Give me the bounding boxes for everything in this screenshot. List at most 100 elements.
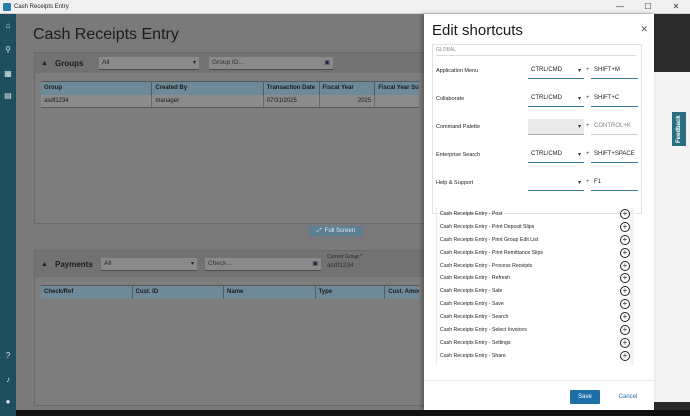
document-icon[interactable]: ▣ xyxy=(312,260,318,267)
maximize-button[interactable]: ☐ xyxy=(634,0,662,14)
add-circle-icon[interactable]: + xyxy=(620,221,630,232)
groups-filter-select[interactable]: All ▾ xyxy=(99,56,199,70)
search-icon[interactable]: ⚲ xyxy=(3,44,13,54)
shortcut-name: Collaborate xyxy=(436,96,465,102)
check-input[interactable]: Check... ▣ xyxy=(205,257,321,271)
key-value: SHIFT+C xyxy=(594,95,620,101)
add-circle-icon[interactable]: + xyxy=(620,350,630,361)
minimize-button[interactable]: — xyxy=(606,0,634,14)
plus-sign: + xyxy=(586,95,590,101)
title-bar: Cash Receipts Entry — ☐ ✕ xyxy=(0,0,690,14)
collapse-chevron-icon[interactable]: ▲ xyxy=(41,261,51,268)
col-cust-amount[interactable]: Cust. Amou xyxy=(385,286,419,299)
cancel-button[interactable]: Cancel xyxy=(616,390,640,404)
key-input[interactable]: SHIFT+C xyxy=(591,91,638,107)
modifier-select[interactable]: ▾ xyxy=(528,175,584,191)
key-input[interactable]: CONTROL+K xyxy=(591,119,638,135)
list-item: Cash Receipts Entry - Print Group Edit L… xyxy=(437,234,636,247)
add-circle-icon[interactable]: + xyxy=(620,337,630,348)
key-input[interactable]: SHIFT+M xyxy=(591,63,638,79)
add-circle-icon[interactable]: + xyxy=(620,260,630,271)
key-value: SHIFT+M xyxy=(594,67,620,73)
col-group[interactable]: Group xyxy=(41,82,153,95)
add-circle-icon[interactable]: + xyxy=(620,247,630,258)
add-circle-icon[interactable]: + xyxy=(620,209,630,219)
shortcut-name: Command Palette xyxy=(436,124,481,130)
groups-filter-value: All xyxy=(102,59,110,66)
save-button[interactable]: Save xyxy=(570,390,600,404)
modifier-value: CTRL/CMD xyxy=(531,151,562,157)
global-shortcuts-box: GLOBAL Application Menu CTRL/CMD ▾ + SHIF… xyxy=(432,44,642,214)
close-button[interactable]: ✕ xyxy=(662,0,690,14)
modifier-value: CTRL/CMD xyxy=(531,67,562,73)
list-item: Cash Receipts Entry - Save + xyxy=(437,298,636,311)
command-name: Cash Receipts Entry - Refresh xyxy=(440,275,511,282)
close-icon[interactable]: ✕ xyxy=(640,24,648,35)
page-title: Cash Receipts Entry xyxy=(33,26,179,43)
add-circle-icon[interactable]: + xyxy=(620,286,630,297)
col-type[interactable]: Type xyxy=(316,286,386,299)
col-check-ref[interactable]: Check/Ref xyxy=(41,286,133,299)
dashboard-icon[interactable]: ▤ xyxy=(3,90,13,100)
col-fiscal-year-suffix[interactable]: Fiscal Year Suff xyxy=(375,82,419,95)
groups-header: ▲ Groups All ▾ Group ID... ▣ xyxy=(35,53,425,73)
scrollbar[interactable] xyxy=(630,208,634,366)
col-fiscal-year[interactable]: Fiscal Year xyxy=(320,82,376,95)
command-name: Cash Receipts Entry - Share xyxy=(440,352,506,359)
modifier-select[interactable]: CTRL/CMD ▾ xyxy=(528,63,584,79)
help-icon[interactable]: ? xyxy=(3,350,13,360)
plus-sign: + xyxy=(586,123,590,129)
collapse-chevron-icon[interactable]: ▲ xyxy=(41,60,51,67)
key-value: F1 xyxy=(594,179,602,185)
cell-fiscal-year: 2025 xyxy=(320,95,376,107)
shortcut-row: Enterprise Search CTRL/CMD ▾ + SHIFT+SPAC… xyxy=(436,147,640,163)
edit-shortcuts-drawer: Edit shortcuts ✕ GLOBAL Application Menu… xyxy=(424,14,654,410)
chevron-down-icon: ▾ xyxy=(190,260,194,267)
app-icon xyxy=(3,2,11,11)
modifier-select[interactable]: CTRL/CMD ▾ xyxy=(528,91,584,107)
add-circle-icon[interactable]: + xyxy=(620,273,630,284)
modifier-select[interactable]: ▾ xyxy=(528,119,584,135)
modifier-value: CTRL/CMD xyxy=(531,95,562,101)
document-icon[interactable]: ▣ xyxy=(324,59,330,66)
cell-group[interactable]: asdf1234 xyxy=(41,95,153,107)
payments-filter-value: All xyxy=(104,260,112,267)
key-input[interactable]: SHIFT+SPACE xyxy=(591,147,638,163)
add-circle-icon[interactable]: + xyxy=(620,325,630,336)
full-screen-button[interactable]: ⤢ Full Screen xyxy=(309,226,363,236)
shortcut-row: Application Menu CTRL/CMD ▾ + SHIFT+M xyxy=(436,63,640,79)
window-title: Cash Receipts Entry xyxy=(14,3,69,10)
command-name: Cash Receipts Entry - Settings xyxy=(440,339,511,346)
home-icon[interactable]: ⌂ xyxy=(3,20,13,30)
list-item: Cash Receipts Entry - Post + xyxy=(437,208,636,221)
divider xyxy=(436,55,636,56)
key-value: SHIFT+SPACE xyxy=(594,151,635,157)
col-transaction-date[interactable]: Transaction Date xyxy=(264,82,320,95)
check-placeholder: Check... xyxy=(208,260,232,267)
feedback-tab[interactable]: Feedback xyxy=(672,112,686,146)
left-rail: ⌂ ⚲ ▦ ▤ ? ♪ ● xyxy=(0,14,16,416)
current-group-field[interactable]: Current Group * asdf1234 xyxy=(327,254,417,274)
user-icon[interactable]: ● xyxy=(3,396,13,406)
modifier-select[interactable]: CTRL/CMD ▾ xyxy=(528,147,584,163)
group-id-placeholder: Group ID... xyxy=(212,59,244,66)
list-item: Cash Receipts Entry - Print Deposit Slip… xyxy=(437,221,636,234)
col-cust-id[interactable]: Cust. ID xyxy=(133,286,225,299)
payments-filter-select[interactable]: All ▾ xyxy=(101,257,197,271)
payments-grid-header: Check/Ref Cust. ID Name Type Cust. Amou xyxy=(41,285,419,299)
add-circle-icon[interactable]: + xyxy=(620,234,630,245)
key-input[interactable]: F1 xyxy=(591,175,638,191)
apps-icon[interactable]: ▦ xyxy=(3,68,13,78)
col-name[interactable]: Name xyxy=(224,286,316,299)
group-id-input[interactable]: Group ID... ▣ xyxy=(209,56,333,70)
add-circle-icon[interactable]: + xyxy=(620,312,630,323)
command-name: Cash Receipts Entry - Post xyxy=(440,211,503,217)
table-row[interactable]: asdf1234 manager 07/31/2025 2025 xyxy=(41,95,419,108)
payments-header: ▲ Payments All ▾ Check... ▣ Current Grou… xyxy=(35,251,425,277)
command-name: Cash Receipts Entry - Print Group Edit L… xyxy=(440,236,539,243)
bell-icon[interactable]: ♪ xyxy=(3,374,13,384)
chevron-down-icon: ▾ xyxy=(577,68,581,74)
command-list: Cash Receipts Entry - Post + Cash Receipt… xyxy=(436,208,636,366)
col-created-by[interactable]: Created By xyxy=(152,82,264,95)
add-circle-icon[interactable]: + xyxy=(620,299,630,310)
